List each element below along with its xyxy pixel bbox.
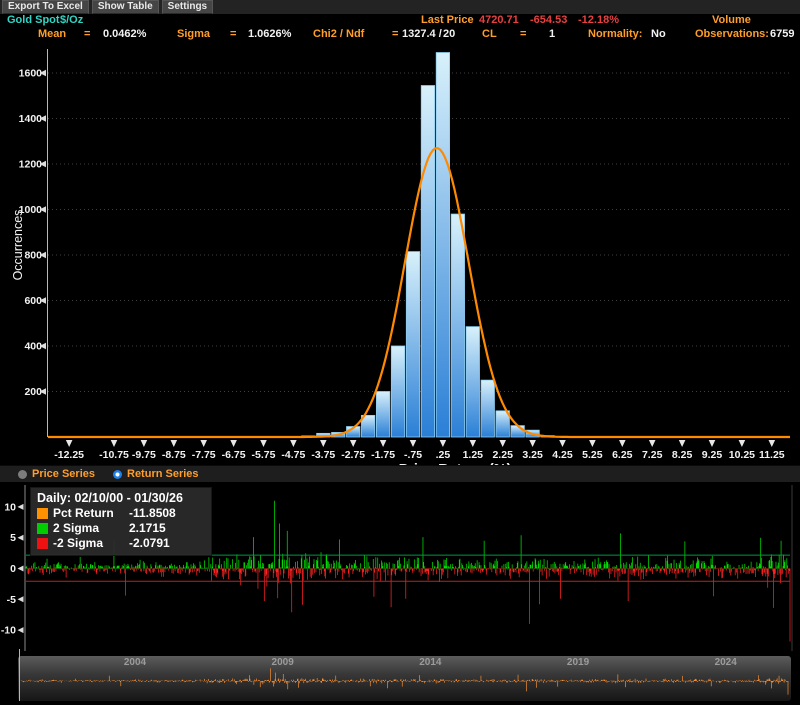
tab-return-series[interactable]: Return Series [113, 468, 199, 480]
sigma-label: Sigma [177, 28, 210, 40]
scrubber-range-handle[interactable] [19, 649, 20, 701]
svg-text:-4.75: -4.75 [281, 449, 305, 461]
svg-text:5.25: 5.25 [582, 449, 603, 461]
svg-text:0: 0 [10, 563, 16, 575]
svg-text:5: 5 [10, 532, 16, 544]
return-series-chart: 10 5 0 -5 -10 Daily: 02/10/00 - 01/30/26 Pct… [0, 481, 800, 655]
svg-text:-12.25: -12.25 [54, 449, 84, 461]
legend-value: 2.1715 [129, 521, 166, 536]
legend-value: -2.0791 [129, 536, 170, 551]
instrument-name: Gold Spot [7, 14, 60, 26]
svg-text:-5: -5 [7, 594, 16, 606]
scrubber-year-label: 2019 [567, 657, 589, 668]
tab-return-series-label: Return Series [127, 468, 199, 480]
statistics-row: Mean = 0.0462% Sigma = 1.0626% Chi2 / Nd… [0, 28, 800, 45]
return-series-radio-icon [113, 470, 122, 479]
legend-label: -2 Sigma [53, 536, 129, 551]
normality-label: Normality: [588, 28, 642, 40]
svg-text:3.25: 3.25 [522, 449, 543, 461]
equals-sign: = [520, 28, 526, 40]
observations-label: Observations: [695, 28, 769, 40]
svg-text:-3.75: -3.75 [311, 449, 335, 461]
security-header-row: Gold Spot $/Oz Last Price 4720.71 -654.5… [0, 14, 800, 28]
price-series-radio-icon [18, 470, 27, 479]
svg-text:-10.75: -10.75 [99, 449, 129, 461]
svg-text:-7.75: -7.75 [192, 449, 216, 461]
instrument-unit: $/Oz [60, 14, 83, 26]
cl-label: CL [482, 28, 497, 40]
neg-two-sigma-swatch-icon [37, 538, 48, 549]
tab-price-series-label: Price Series [32, 468, 95, 480]
scrubber-year-label: 2014 [419, 657, 441, 668]
svg-text:-9.75: -9.75 [132, 449, 156, 461]
equals-sign: = [230, 28, 236, 40]
legend-date-range: Daily: 02/10/00 - 01/30/26 [37, 491, 205, 505]
svg-text:1.25: 1.25 [463, 449, 484, 461]
svg-text:1200: 1200 [19, 159, 43, 171]
top-toolbar: Export To Excel Show Table Settings [0, 0, 800, 14]
observations-value: 6759 [770, 28, 794, 40]
svg-text:Occurrences: Occurrences [11, 210, 25, 281]
svg-text:400: 400 [24, 341, 42, 353]
svg-text:-10: -10 [1, 625, 16, 637]
svg-text:10.25: 10.25 [729, 449, 755, 461]
equals-sign: = [84, 28, 90, 40]
normality-value: No [651, 28, 666, 40]
svg-text:-.75: -.75 [404, 449, 422, 461]
settings-button[interactable]: Settings [162, 0, 213, 14]
export-to-excel-button[interactable]: Export To Excel [2, 0, 89, 14]
legend-item-pct-return: Pct Return -11.8508 [37, 506, 205, 521]
legend-item-neg-two-sigma: -2 Sigma -2.0791 [37, 536, 205, 551]
sigma-value: 1.0626% [248, 28, 291, 40]
legend-value: -11.8508 [129, 506, 176, 521]
volume-label: Volume [712, 14, 751, 26]
last-price-value: 4720.71 [479, 14, 519, 26]
svg-text:6.25: 6.25 [612, 449, 633, 461]
svg-text:-2.75: -2.75 [341, 449, 365, 461]
timeline-scrubber[interactable]: 2004 2009 2014 2019 2024 [18, 656, 791, 701]
series-tabstrip: Price Series Return Series [0, 465, 800, 482]
histogram-plot: 2004006008001000120014001600-12.25-10.75… [0, 45, 800, 465]
svg-text:-1.75: -1.75 [371, 449, 395, 461]
chi2-ndf-label: Chi2 / Ndf [313, 28, 364, 40]
svg-text:200: 200 [24, 386, 42, 398]
mean-label: Mean [38, 28, 66, 40]
legend-label: 2 Sigma [53, 521, 129, 536]
svg-text:600: 600 [24, 295, 42, 307]
scrubber-year-label: 2004 [124, 657, 146, 668]
chi2-value: 1327.4 / [402, 28, 442, 40]
last-price-label: Last Price [421, 14, 474, 26]
svg-text:10: 10 [4, 501, 16, 513]
svg-text:-5.75: -5.75 [252, 449, 276, 461]
two-sigma-swatch-icon [37, 523, 48, 534]
equals-sign: = [392, 28, 398, 40]
svg-text:-6.75: -6.75 [222, 449, 246, 461]
price-change-pct: -12.18% [578, 14, 619, 26]
svg-text:.25: .25 [436, 449, 451, 461]
svg-text:7.25: 7.25 [642, 449, 663, 461]
svg-text:11.25: 11.25 [759, 449, 785, 461]
terminal-window: Export To Excel Show Table Settings Gold… [0, 0, 800, 705]
svg-text:-8.75: -8.75 [162, 449, 186, 461]
svg-text:2.25: 2.25 [492, 449, 513, 461]
svg-text:8.25: 8.25 [672, 449, 693, 461]
svg-text:1600: 1600 [19, 68, 43, 80]
svg-text:9.25: 9.25 [702, 449, 723, 461]
return-series-legend: Daily: 02/10/00 - 01/30/26 Pct Return -1… [30, 487, 212, 556]
show-table-button[interactable]: Show Table [92, 0, 159, 14]
scrubber-year-label: 2024 [715, 657, 737, 668]
pct-return-swatch-icon [37, 508, 48, 519]
histogram-chart: 2004006008001000120014001600-12.25-10.75… [0, 45, 800, 465]
tab-price-series[interactable]: Price Series [18, 468, 95, 480]
mean-value: 0.0462% [103, 28, 146, 40]
svg-text:800: 800 [24, 250, 42, 262]
cl-value: 1 [549, 28, 555, 40]
price-change: -654.53 [530, 14, 567, 26]
svg-text:4.25: 4.25 [552, 449, 573, 461]
svg-text:1400: 1400 [19, 113, 43, 125]
scrubber-year-label: 2009 [272, 657, 294, 668]
legend-item-two-sigma: 2 Sigma 2.1715 [37, 521, 205, 536]
ndf-value: 20 [443, 28, 455, 40]
legend-label: Pct Return [53, 506, 129, 521]
